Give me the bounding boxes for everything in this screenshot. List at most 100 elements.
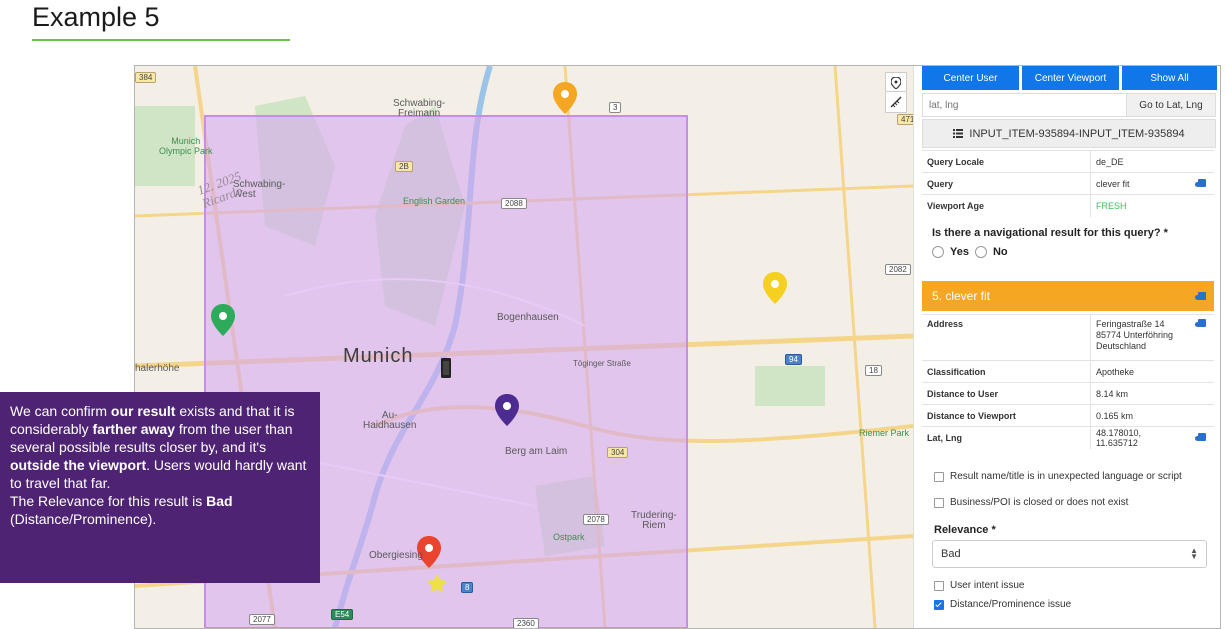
navigational-question: Is there a navigational result for this … <box>932 227 1168 239</box>
query-locale-key: Query Locale <box>922 150 1091 173</box>
relevance-label: Relevance * <box>934 524 996 536</box>
radio-no-label[interactable]: No <box>993 246 1008 258</box>
list-icon <box>953 129 964 138</box>
input-item-id: INPUT_ITEM-935894-INPUT_ITEM-935894 <box>969 127 1185 140</box>
check-distance-prominence-label[interactable]: Distance/Prominence issue <box>950 599 1071 610</box>
latlng-input[interactable] <box>923 94 1126 116</box>
show-all-button[interactable]: Show All <box>1122 66 1217 90</box>
latlng-key: Lat, Lng <box>922 426 1091 449</box>
query-table: Query Locale de_DE Query clever fit View… <box>922 150 1214 217</box>
radio-no[interactable] <box>974 246 987 258</box>
latlng-value: 48.178010, 11.635712 <box>1090 426 1190 449</box>
check-closed-business[interactable]: Business/POI is closed or does not exist <box>934 497 1128 508</box>
road-badge-94: 94 <box>785 354 802 365</box>
checkbox[interactable] <box>934 471 944 482</box>
radio-yes[interactable] <box>932 246 944 258</box>
map-label-obergiesing: Obergiesing <box>369 550 423 561</box>
distance-to-viewport-value: 0.165 km <box>1090 404 1190 427</box>
annotation-callout: We can confirm our result exists and tha… <box>0 392 320 583</box>
viewport-age-value: FRESH <box>1090 194 1190 217</box>
viewport-age-key: Viewport Age <box>922 194 1091 217</box>
annotation-emphasis: outside the viewport <box>10 457 147 473</box>
classification-value: Apotheke <box>1090 360 1190 383</box>
road-badge-471: 471 <box>897 114 913 125</box>
query-key: Query <box>922 172 1091 195</box>
classification-key: Classification <box>922 360 1091 383</box>
relevance-select[interactable]: Bad ▲ ▼ <box>932 540 1207 568</box>
map-label-berg-am-laim: Berg am Laim <box>505 446 568 457</box>
map-control-buttons: Center User Center Viewport Show All <box>922 66 1217 90</box>
map-label-trudering-riem: Trudering- Riem <box>631 510 677 531</box>
map-label-schwabing-freimann: Schwabing- Freimann <box>393 98 446 119</box>
map-label-ostpark: Ostpark <box>553 532 585 542</box>
road-badge-8: 8 <box>461 582 474 593</box>
road-badge-384: 384 <box>135 72 157 83</box>
location-pin-icon <box>891 77 901 89</box>
review-panel: Center User Center Viewport Show All Go … <box>913 66 1220 628</box>
table-row: Distance to Viewport 0.165 km <box>922 404 1214 427</box>
result-header[interactable]: 5. clever fit <box>922 281 1214 311</box>
map-label-au-haidhausen: Au- Haidhausen <box>363 410 417 431</box>
search-user-icon[interactable] <box>1195 319 1206 327</box>
radio-yes-label[interactable]: Yes <box>950 246 969 258</box>
select-arrows-icon: ▲ ▼ <box>1190 546 1198 561</box>
map-label-halerhohe: halerhöhe <box>135 363 180 374</box>
annotation-text: The Relevance for this result is <box>10 493 207 509</box>
input-item-bar[interactable]: INPUT_ITEM-935894-INPUT_ITEM-935894 <box>922 119 1216 148</box>
page-title: Example 5 <box>32 2 160 32</box>
table-row: Lat, Lng 48.178010, 11.635712 <box>922 426 1214 449</box>
go-to-latlng-button[interactable]: Go to Lat, Lng <box>1126 94 1215 116</box>
address-key: Address <box>922 314 1091 361</box>
map-label-olympic-park: Munich Olympic Park <box>159 136 213 156</box>
road-badge-304: 304 <box>607 447 629 458</box>
map-label-riemer-park: Riemer Park <box>859 428 910 438</box>
search-user-icon[interactable] <box>1195 178 1206 187</box>
map-label-english-garden: English Garden <box>403 196 466 206</box>
road-badge-2088: 2088 <box>501 198 527 209</box>
annotation-text: We can confirm <box>10 403 111 419</box>
annotation-emphasis: Bad <box>206 493 233 509</box>
check-user-intent[interactable]: User intent issue <box>934 580 1024 591</box>
road-badge-2077: 2077 <box>249 614 275 625</box>
map-label-munich: Munich <box>343 345 414 367</box>
road-badge-2b: 2B <box>395 161 413 172</box>
map-pin-yellow <box>763 272 787 304</box>
checkbox[interactable] <box>934 497 944 508</box>
road-badge-18: 18 <box>865 365 882 376</box>
query-locale-value: de_DE <box>1090 150 1190 173</box>
table-row: Viewport Age FRESH <box>922 194 1214 217</box>
annotation-emphasis: our result <box>110 403 176 419</box>
road-badge-e54: E54 <box>331 609 354 620</box>
checkbox[interactable] <box>934 580 944 591</box>
address-value: Feringastraße 14 85774 Unterföhring Deut… <box>1090 314 1190 361</box>
distance-to-user-value: 8.14 km <box>1090 382 1190 405</box>
result-table: Address Feringastraße 14 85774 Unterföhr… <box>922 314 1214 449</box>
road-badge-2078: 2078 <box>583 514 609 525</box>
check-user-intent-label[interactable]: User intent issue <box>950 580 1024 591</box>
map-ruler-tool-button[interactable] <box>885 91 907 113</box>
table-row: Address Feringastraße 14 85774 Unterföhr… <box>922 314 1214 361</box>
road-badge-2082: 2082 <box>885 264 911 275</box>
annotation-text: (Distance/Prominence). <box>10 511 157 527</box>
center-user-button[interactable]: Center User <box>922 66 1019 90</box>
table-row: Query clever fit <box>922 172 1214 195</box>
query-value: clever fit <box>1090 172 1190 195</box>
ruler-icon <box>890 96 902 108</box>
annotation-emphasis: farther away <box>92 421 175 437</box>
table-row: Query Locale de_DE <box>922 150 1214 173</box>
search-user-icon[interactable] <box>1195 292 1206 300</box>
map-pin-orange <box>553 82 577 114</box>
center-viewport-button[interactable]: Center Viewport <box>1022 66 1119 90</box>
check-unexpected-language-label[interactable]: Result name/title is in unexpected langu… <box>950 471 1182 482</box>
latlng-row: Go to Lat, Lng <box>922 93 1216 117</box>
checkbox-checked[interactable] <box>934 599 944 610</box>
road-badge-2360: 2360 <box>513 618 539 628</box>
check-unexpected-language[interactable]: Result name/title is in unexpected langu… <box>934 471 1182 482</box>
road-badge-3: 3 <box>609 102 622 113</box>
check-distance-prominence[interactable]: Distance/Prominence issue <box>934 599 1071 610</box>
relevance-selected-value: Bad <box>941 548 961 560</box>
check-closed-business-label[interactable]: Business/POI is closed or does not exist <box>950 497 1128 508</box>
table-row: Classification Apotheke <box>922 360 1214 383</box>
table-row: Distance to User 8.14 km <box>922 382 1214 405</box>
search-user-icon[interactable] <box>1195 432 1206 441</box>
